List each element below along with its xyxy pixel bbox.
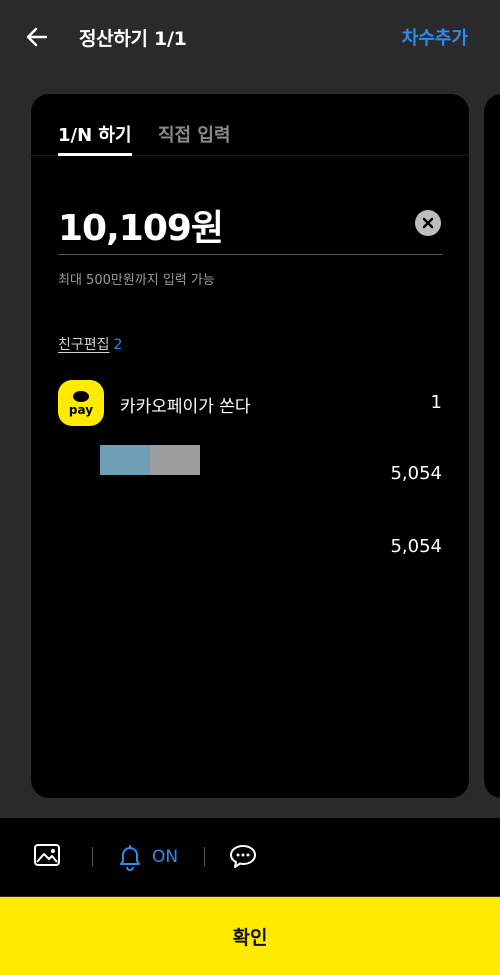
amount-hint: 최대 500만원까지 입력 가능 — [58, 273, 215, 288]
add-round-button[interactable]: 차수추가 — [402, 24, 468, 50]
notification-toggle[interactable]: ON — [116, 842, 178, 872]
redacted-friend-name — [100, 445, 200, 475]
image-icon — [34, 844, 60, 866]
page-title: 정산하기 1/1 — [79, 28, 187, 50]
tab-bar: 1/N 하기 직접 입력 — [31, 94, 469, 156]
tab-split-evenly[interactable]: 1/N 하기 — [58, 121, 132, 147]
kakaopay-row-name: 카카오페이가 쏜다 — [120, 397, 251, 417]
back-button[interactable] — [22, 22, 52, 52]
redaction-block-b — [150, 445, 200, 475]
amount-field[interactable]: 10,109원 — [58, 199, 443, 255]
friend-row-value-1[interactable]: 5,054 — [390, 463, 442, 484]
settlement-card: 1/N 하기 직접 입력 10,109원 최대 500만원까지 입력 가능 친구… — [31, 94, 469, 798]
friend-edit-label: 친구편집 — [58, 337, 110, 353]
friend-edit-button[interactable]: 친구편집 2 — [58, 334, 122, 354]
confirm-label: 확인 — [232, 926, 268, 949]
back-arrow-icon — [26, 27, 48, 47]
tab-direct-input[interactable]: 직접 입력 — [158, 121, 231, 147]
header: 정산하기 1/1 차수추가 — [0, 0, 500, 74]
kakaopay-logo: pay — [58, 380, 104, 426]
speech-bubble-icon — [73, 390, 89, 402]
divider — [204, 847, 205, 867]
redaction-block-a — [100, 445, 150, 475]
divider — [92, 847, 93, 867]
active-tab-indicator — [58, 153, 132, 156]
kakaopay-row-value[interactable]: 1 — [431, 392, 442, 413]
next-card-peek[interactable] — [484, 94, 500, 798]
amount-value[interactable]: 10,109원 — [58, 199, 224, 251]
pay-logo-text: pay — [68, 402, 94, 417]
bottom-toolbar: ON — [0, 818, 500, 896]
confirm-button[interactable]: 확인 — [0, 897, 500, 975]
bell-icon — [120, 845, 140, 871]
clear-amount-button[interactable] — [415, 210, 441, 236]
clear-icon — [422, 217, 434, 229]
chat-icon — [230, 845, 256, 868]
friend-count: 2 — [113, 337, 123, 353]
message-button[interactable] — [228, 842, 258, 870]
friend-row-value-2[interactable]: 5,054 — [390, 536, 442, 557]
notification-state: ON — [152, 847, 179, 867]
attach-image-button[interactable] — [33, 842, 61, 868]
